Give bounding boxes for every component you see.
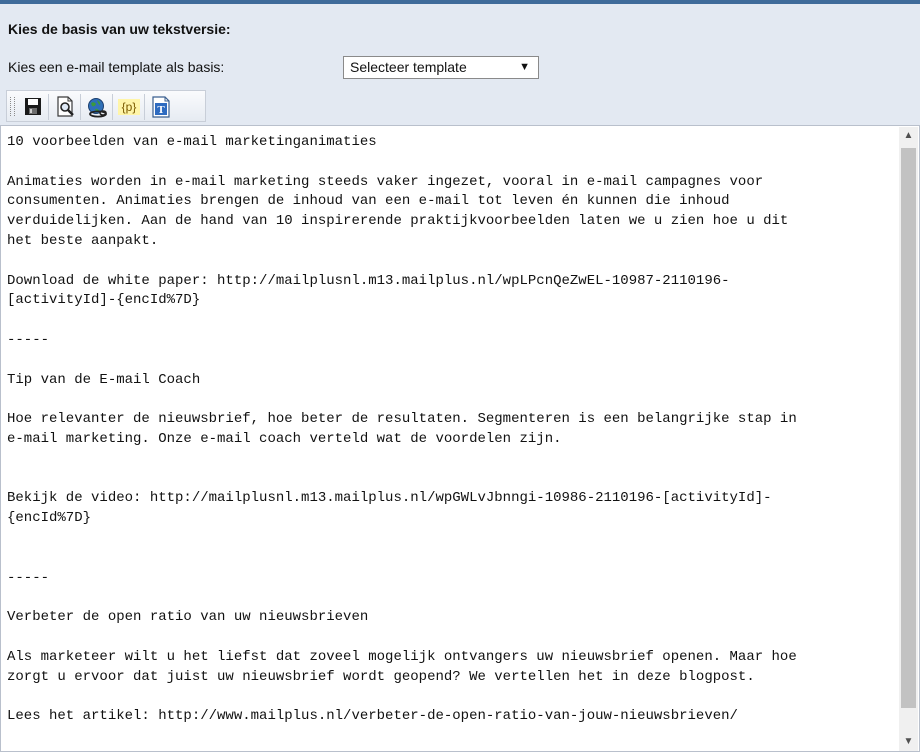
editor-line: Hoe relevanter de nieuwsbrief, hoe beter… <box>7 411 797 428</box>
template-label: Kies een e-mail template als basis: <box>8 59 225 75</box>
save-button[interactable] <box>19 94 47 120</box>
text-version-panel: Kies de basis van uw tekstversie: Kies e… <box>0 4 920 752</box>
editor-line: Bekijk de video: http://mailplusnl.m13.m… <box>7 490 772 507</box>
toolbar-separator <box>144 94 145 120</box>
placeholder-p-icon: {p} <box>118 99 140 115</box>
editor-line: {encId%7D} <box>7 510 92 527</box>
editor-line: Animaties worden in e-mail marketing ste… <box>7 173 764 190</box>
editor-line: Tip van de E-mail Coach <box>7 371 201 388</box>
section-heading: Kies de basis van uw tekstversie: <box>8 21 231 37</box>
save-icon <box>25 98 41 115</box>
scroll-up-icon[interactable]: ▲ <box>899 127 918 145</box>
insert-placeholder-button[interactable]: {p} <box>115 94 143 120</box>
editor-line: Lees het artikel: http://www.mailplus.nl… <box>7 708 738 725</box>
scroll-down-icon[interactable]: ▼ <box>899 733 918 751</box>
template-select[interactable]: Selecteer template ▼ <box>343 56 539 79</box>
editor-line: 10 voorbeelden van e-mail marketinganima… <box>7 134 377 150</box>
link-button[interactable] <box>83 94 111 120</box>
globe-link-icon <box>88 98 107 118</box>
editor-line: consumenten. Animaties brengen de inhoud… <box>7 193 730 210</box>
chevron-down-icon: ▼ <box>519 61 530 73</box>
text-version-editor[interactable]: 10 voorbeelden van e-mail marketinganima… <box>0 125 920 752</box>
editor-line: Download de white paper: http://mailplus… <box>7 272 730 289</box>
editor-line: [activityId]-{encId%7D} <box>7 292 201 309</box>
text-format-icon: T <box>152 96 170 118</box>
scroll-thumb[interactable] <box>901 148 916 708</box>
editor-line: het beste aanpakt. <box>7 232 159 249</box>
toolbar-grip[interactable] <box>10 97 15 116</box>
preview-button[interactable] <box>51 94 79 120</box>
editor-line: verduidelijken. Aan de hand van 10 inspi… <box>7 213 789 230</box>
editor-line: e-mail marketing. Onze e-mail coach vert… <box>7 430 562 447</box>
svg-text:{p}: {p} <box>122 100 137 114</box>
editor-line: ----- <box>7 331 50 348</box>
toolbar-separator <box>48 94 49 120</box>
editor-line: Verbeter de open ratio van uw nieuwsbrie… <box>7 609 369 626</box>
toolbar-separator <box>80 94 81 120</box>
editor-toolbar: {p} T <box>6 90 206 122</box>
template-select-value: Selecteer template <box>350 59 467 75</box>
editor-line: Als marketeer wilt u het liefst dat zove… <box>7 648 797 665</box>
preview-icon <box>57 96 74 117</box>
editor-line: zorgt u ervoor dat juist uw nieuwsbrief … <box>7 668 755 685</box>
vertical-scrollbar[interactable]: ▲ ▼ <box>899 127 918 751</box>
editor-content[interactable]: 10 voorbeelden van e-mail marketinganima… <box>7 133 887 727</box>
editor-line: ----- <box>7 569 50 586</box>
svg-text:T: T <box>157 104 165 116</box>
toolbar-separator <box>112 94 113 120</box>
text-format-button[interactable]: T <box>147 94 175 120</box>
